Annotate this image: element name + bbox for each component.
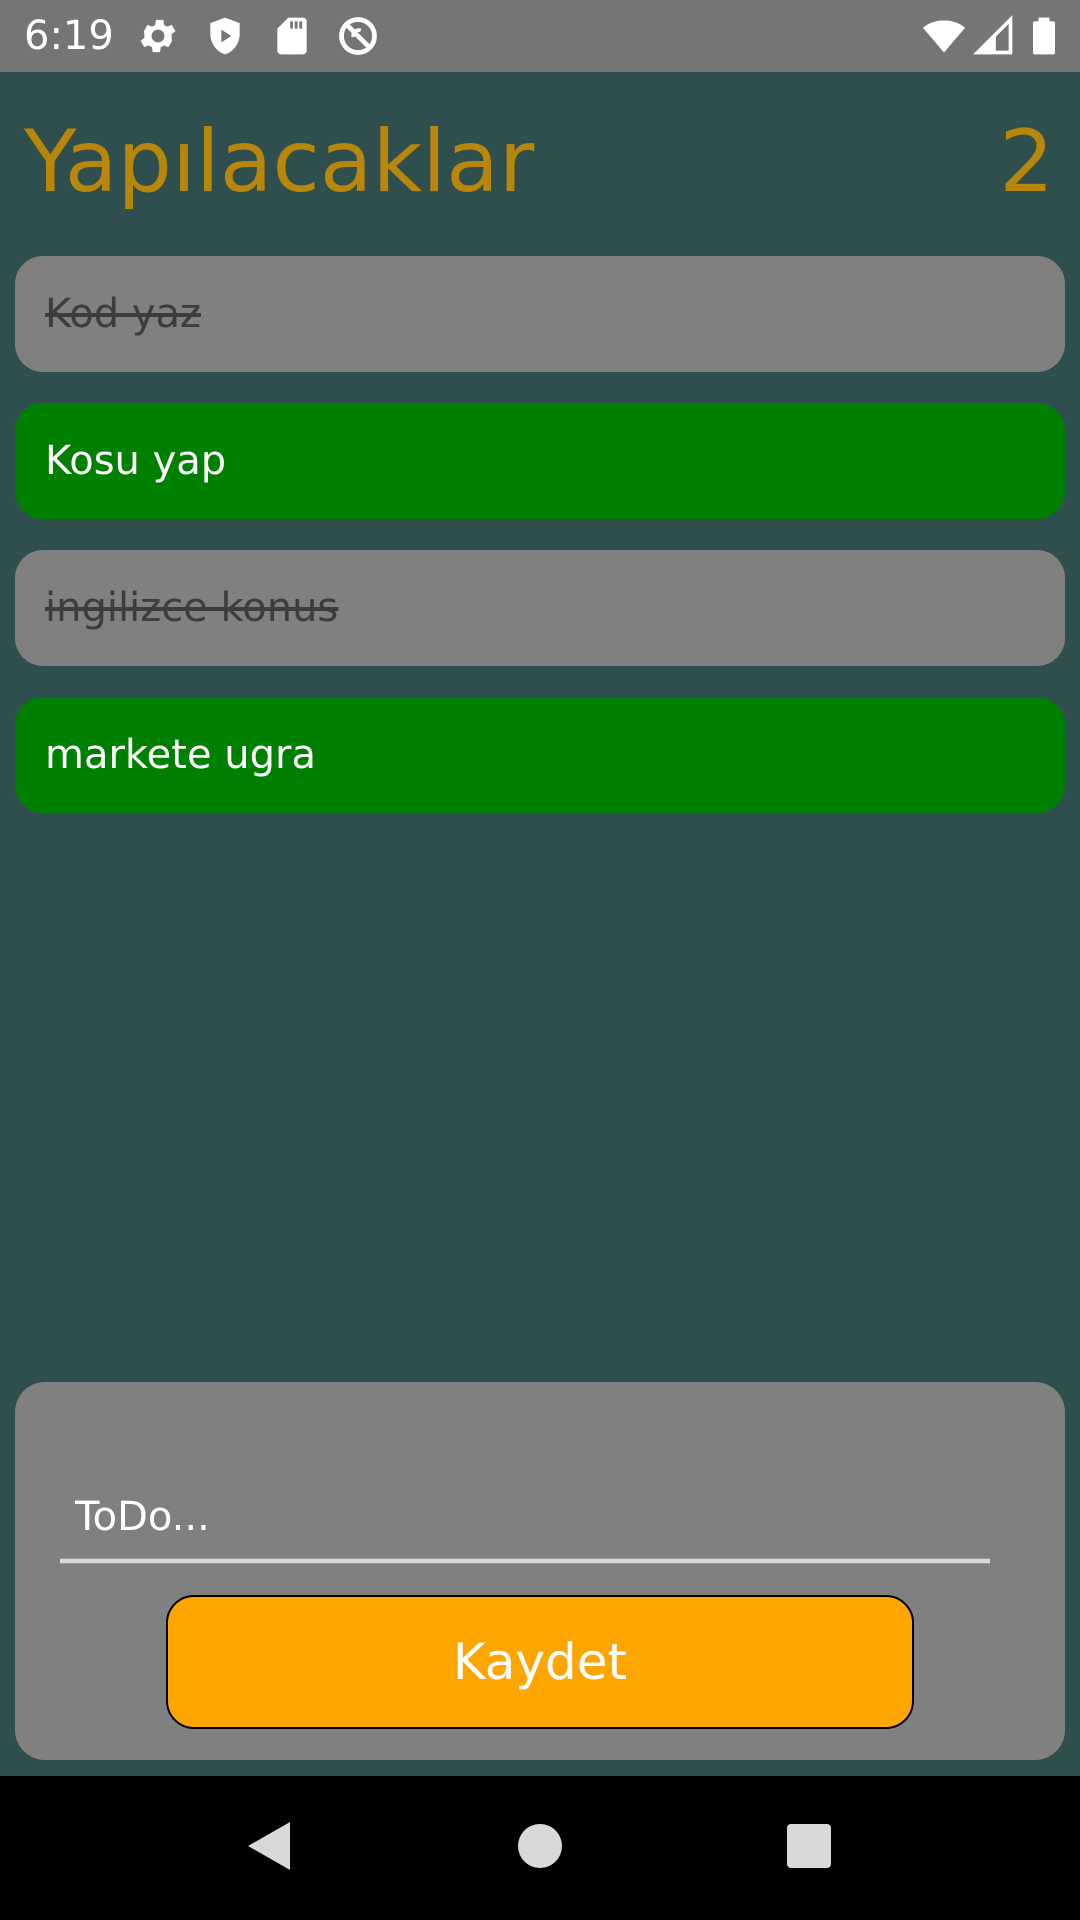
todo-item-kosu-yap[interactable]: Kosu yap	[15, 403, 1065, 519]
new-todo-card: Kaydet	[15, 1382, 1065, 1760]
todo-item-ingilizce-konus[interactable]: ingilizce konus	[15, 550, 1065, 666]
home-button[interactable]	[480, 1776, 600, 1920]
page-title: Yapılacaklar	[24, 112, 535, 212]
status-bar: 6:19	[0, 0, 1080, 72]
recents-icon	[786, 1823, 832, 1874]
back-icon	[244, 1820, 292, 1877]
status-time: 6:19	[24, 13, 114, 59]
todo-item-label: ingilizce konus	[45, 585, 339, 631]
wifi-icon	[922, 14, 966, 58]
todo-item-markete-ugra[interactable]: markete ugra	[15, 697, 1065, 813]
battery-icon	[1022, 14, 1066, 58]
todo-input-underline	[60, 1558, 990, 1564]
sd-card-icon	[270, 14, 314, 58]
signal-icon	[972, 14, 1016, 58]
todo-item-label: Kosu yap	[45, 438, 227, 484]
save-button-label: Kaydet	[452, 1633, 628, 1691]
back-button[interactable]	[208, 1776, 328, 1920]
todo-item-label: Kod yaz	[45, 291, 201, 337]
todo-item-kod-yaz[interactable]: Kod yaz	[15, 256, 1065, 372]
todo-item-label: markete ugra	[45, 732, 316, 778]
do-not-disturb-icon	[336, 14, 380, 58]
gear-icon	[136, 14, 180, 58]
save-button[interactable]: Kaydet	[166, 1595, 914, 1729]
recents-button[interactable]	[749, 1776, 869, 1920]
home-icon	[517, 1823, 563, 1874]
todo-list: Kod yaz Kosu yap ingilizce konus markete…	[15, 256, 1065, 844]
play-protect-icon	[203, 14, 247, 58]
todo-count: 2	[999, 112, 1054, 212]
navigation-bar	[0, 1776, 1080, 1920]
